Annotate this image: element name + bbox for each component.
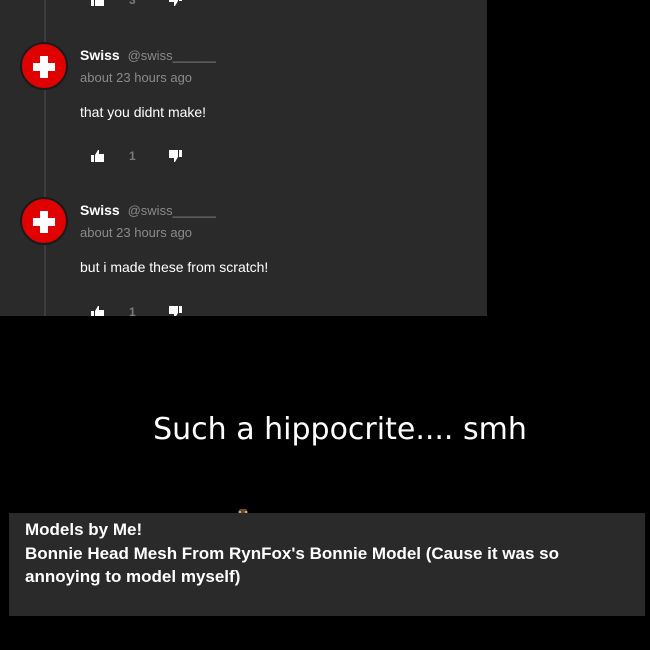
thumbs-up-icon[interactable]	[91, 306, 105, 316]
comment-timestamp: about 23 hours ago	[80, 70, 193, 85]
vote-row: 1	[91, 305, 182, 316]
author-handle: @swiss______	[127, 203, 216, 218]
comment-thread-panel: 3 Swiss @swiss______ about 23 hours ago …	[0, 0, 487, 316]
post-card[interactable]: Models by Me! Bonnie Head Mesh From RynF…	[9, 513, 645, 616]
comment-author[interactable]: Swiss @swiss______	[80, 47, 216, 63]
comment-text: but i made these from scratch!	[80, 259, 269, 275]
thumbs-down-icon[interactable]	[168, 306, 182, 316]
comment-timestamp: about 23 hours ago	[80, 225, 193, 240]
author-handle: @swiss______	[127, 48, 216, 63]
author-name: Swiss	[80, 202, 120, 218]
vote-row: 1	[91, 149, 182, 163]
author-name: Swiss	[80, 47, 120, 63]
thumbs-down-icon[interactable]	[168, 0, 182, 6]
thumbs-up-icon[interactable]	[91, 150, 105, 162]
upvote-count: 1	[129, 149, 136, 163]
avatar[interactable]	[20, 42, 68, 90]
avatar[interactable]	[20, 197, 68, 245]
thumbs-up-icon[interactable]	[91, 0, 105, 6]
upvote-count: 1	[129, 305, 136, 316]
meme-caption: Such a hippocrite.... smh	[153, 412, 527, 447]
thumbs-down-icon[interactable]	[168, 150, 182, 162]
vote-row-partial: 3	[91, 0, 182, 7]
comment-author[interactable]: Swiss @swiss______	[80, 202, 216, 218]
post-description: Bonnie Head Mesh From RynFox's Bonnie Mo…	[25, 544, 559, 586]
comment-text: that you didnt make!	[80, 104, 207, 120]
upvote-count: 3	[129, 0, 136, 7]
post-title: Models by Me!	[25, 520, 143, 539]
